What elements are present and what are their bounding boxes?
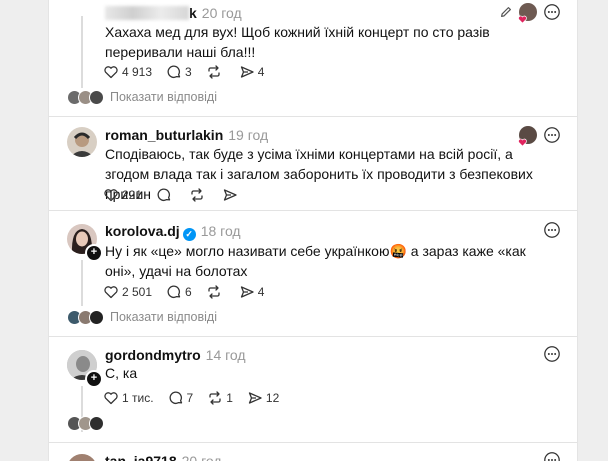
heart-icon <box>104 286 118 299</box>
show-replies-label: Показати відповіді <box>110 90 218 104</box>
repost-button[interactable] <box>206 284 225 300</box>
post-text: Хахаха мед для вух! Щоб кожний їхній кон… <box>105 24 490 60</box>
post-time: 14 год <box>205 347 246 363</box>
comment-count: 3 <box>185 65 192 79</box>
post-2: roman_buturlakin 19 год Сподіваюсь, так б… <box>49 116 577 210</box>
post-time: 20 год <box>181 453 222 461</box>
post-3: + korolova.dj ✓ 18 год Ну і як «це» могло … <box>49 210 577 334</box>
more-icon[interactable] <box>543 3 561 21</box>
blurred-username <box>105 6 189 20</box>
username[interactable]: gordondmytro <box>105 347 201 363</box>
comment-button[interactable] <box>156 187 175 203</box>
comment-button[interactable]: 3 <box>166 64 192 80</box>
reply-avatars <box>67 309 104 325</box>
reply-avatars <box>67 89 104 105</box>
like-button[interactable]: 4 913 <box>103 64 152 80</box>
threads-card: k 20 год Хахаха мед для вух! Щоб кожний ї… <box>48 0 578 461</box>
repost-icon <box>208 285 220 299</box>
username[interactable]: roman_buturlakin <box>105 127 223 143</box>
send-icon <box>240 286 254 298</box>
more-icon[interactable] <box>543 221 561 239</box>
heart-icon <box>104 392 118 405</box>
thread-line <box>81 260 83 306</box>
comment-icon <box>167 65 181 78</box>
repost-button[interactable]: 1 <box>207 390 233 406</box>
post-time: 20 год <box>201 5 242 21</box>
comment-count: 6 <box>185 285 192 299</box>
like-button[interactable]: 2 501 <box>103 284 152 300</box>
repost-icon <box>208 65 220 79</box>
comment-icon <box>157 188 171 201</box>
repost-icon <box>209 391 221 405</box>
more-icon[interactable] <box>543 345 561 363</box>
pencil-icon[interactable] <box>499 5 513 19</box>
comment-button[interactable]: 6 <box>166 284 192 300</box>
send-icon <box>223 189 237 201</box>
like-button[interactable]: 221 <box>103 187 142 203</box>
verified-badge-icon: ✓ <box>182 228 196 241</box>
repost-icon <box>191 188 203 202</box>
reply-avatar <box>89 415 104 431</box>
comment-button[interactable]: 7 <box>168 390 194 406</box>
post-1: k 20 год Хахаха мед для вух! Щоб кожний ї… <box>49 0 577 110</box>
post-4: + gordondmytro 14 год С, ка 1 тис. 7 1 1… <box>49 336 577 440</box>
person-avatar-image <box>70 132 94 157</box>
post-text: С, ка <box>105 365 138 381</box>
avatar[interactable] <box>67 454 97 461</box>
share-count: 4 <box>257 65 265 79</box>
reply-avatar <box>89 309 104 325</box>
repost-button[interactable] <box>189 187 208 203</box>
comment-icon <box>169 391 182 404</box>
share-count: 4 <box>257 285 265 299</box>
username[interactable]: k <box>189 5 197 21</box>
post-header: korolova.dj ✓ 18 год <box>105 223 241 241</box>
thread-line <box>81 16 83 88</box>
share-button[interactable] <box>222 187 241 203</box>
like-count: 2 501 <box>122 285 153 299</box>
username[interactable]: korolova.dj <box>105 223 180 239</box>
share-button[interactable]: 4 <box>239 284 265 300</box>
comment-count: 7 <box>186 391 194 405</box>
post-actions: 2 501 6 4 <box>103 282 278 302</box>
show-replies[interactable]: Показати відповіді <box>67 88 217 106</box>
send-icon <box>248 392 262 404</box>
more-icon[interactable] <box>543 451 561 461</box>
more-icon[interactable] <box>543 126 561 144</box>
post-time: 19 год <box>228 127 269 143</box>
reply-avatars <box>67 415 104 431</box>
post-header: gordondmytro 14 год <box>105 347 246 363</box>
share-button[interactable]: 12 <box>247 390 279 406</box>
reply-avatars-row[interactable] <box>67 414 106 432</box>
post-actions: 4 913 3 4 <box>103 62 278 82</box>
follow-plus-icon[interactable]: + <box>85 370 103 388</box>
repost-count: 1 <box>226 391 233 405</box>
share-button[interactable]: 4 <box>239 64 265 80</box>
share-count: 12 <box>265 391 280 405</box>
heart-icon <box>104 66 118 79</box>
like-count: 1 тис. <box>122 391 154 405</box>
post-actions: 1 тис. 7 1 12 <box>103 388 293 408</box>
post-text: Ну і як «це» могло називати себе українк… <box>105 243 526 279</box>
post-actions: 221 <box>103 185 255 205</box>
reply-avatar <box>89 89 104 105</box>
username[interactable]: tan_ja9718 <box>105 453 177 461</box>
post-5: tan_ja9718 20 год <box>49 442 577 461</box>
show-replies[interactable]: Показати відповіді <box>67 308 217 326</box>
post-time: 18 год <box>200 223 241 239</box>
post-header: roman_buturlakin 19 год <box>105 127 268 143</box>
like-button[interactable]: 1 тис. <box>103 390 154 406</box>
send-icon <box>240 66 254 78</box>
like-count: 221 <box>122 188 143 202</box>
post-header: k 20 год <box>105 5 242 21</box>
like-count: 4 913 <box>122 65 153 79</box>
avatar[interactable] <box>67 127 97 157</box>
heart-icon <box>104 189 118 202</box>
comment-icon <box>167 285 181 298</box>
post-header: tan_ja9718 20 год <box>105 453 222 461</box>
show-replies-label: Показати відповіді <box>110 310 218 324</box>
repost-button[interactable] <box>206 64 225 80</box>
follow-plus-icon[interactable]: + <box>85 244 103 262</box>
